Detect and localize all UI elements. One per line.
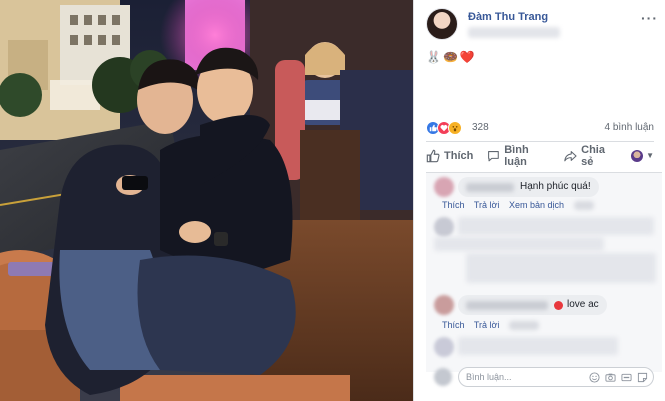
comment-time-blurred	[508, 321, 539, 331]
selected-profile-avatar	[631, 149, 644, 162]
share-button[interactable]: Chia sẻ	[564, 144, 617, 168]
blurred-comment-text	[458, 337, 618, 355]
comment-actions: Thích Trả lời Xem bản dịch	[442, 200, 601, 211]
camera-icon[interactable]	[604, 371, 616, 383]
comments-section: Hạnh phúc quá! Thích Trả lời Xem bản dịc…	[426, 172, 662, 387]
comment-input-box[interactable]	[458, 367, 654, 387]
comment-bubble-icon	[488, 150, 500, 161]
post-text: 🐰🍩❤️	[426, 50, 477, 64]
blurred-comment-text	[458, 217, 654, 235]
comment-translate-link[interactable]: Xem bản dịch	[509, 200, 564, 210]
composer-tools	[588, 371, 648, 383]
commenter-avatar[interactable]	[434, 295, 454, 315]
comment-text: Hạnh phúc quá!	[520, 181, 591, 192]
comment-time-blurred	[573, 201, 594, 211]
commenter-name-blurred[interactable]	[466, 182, 514, 192]
emoji-icon[interactable]	[588, 371, 600, 383]
post-actions: Thích Bình luận Chia sẻ ▼	[426, 141, 654, 169]
gif-icon[interactable]	[620, 371, 632, 383]
commenter-avatar[interactable]	[434, 337, 454, 357]
comment-like-link[interactable]: Thích	[442, 320, 465, 330]
comment-text: love ac	[567, 299, 599, 310]
comment-bubble: love ac	[458, 295, 607, 315]
like-label: Thích	[444, 149, 474, 162]
author-name[interactable]: Đàm Thu Trang	[468, 11, 548, 23]
heart-icon	[554, 300, 563, 310]
comment-reply-link[interactable]: Trả lời	[474, 200, 500, 210]
couple-photo-illustration	[0, 0, 413, 401]
post-panel: Đàm Thu Trang ··· 🐰🍩❤️ 328 4 bình luận T…	[413, 0, 665, 401]
blurred-comment-text	[434, 237, 604, 251]
comment-reply-link[interactable]: Trả lời	[474, 320, 500, 330]
commenter-avatar[interactable]	[434, 217, 454, 237]
thumbs-up-icon	[426, 149, 440, 162]
comment-input[interactable]	[466, 370, 576, 384]
comment-like-link[interactable]: Thích	[442, 200, 465, 210]
more-options-button[interactable]: ···	[641, 10, 658, 26]
blurred-comment-image	[466, 253, 656, 283]
post-as-selector[interactable]: ▼	[631, 149, 654, 162]
viewer-avatar	[434, 368, 452, 386]
reactions-summary[interactable]: 328 4 bình luận	[426, 120, 654, 136]
share-label: Chia sẻ	[581, 143, 605, 168]
commenter-name-blurred[interactable]	[466, 300, 548, 310]
comment-composer	[434, 367, 654, 389]
chevron-down-icon: ▼	[646, 151, 654, 160]
reaction-count[interactable]: 328	[472, 122, 489, 133]
post-timestamp-blurred	[468, 27, 560, 38]
comment-bubble: Hạnh phúc quá!	[458, 177, 599, 197]
comment-label: Bình luận	[504, 143, 529, 168]
comment-actions: Thích Trả lời	[442, 320, 546, 331]
comment-button[interactable]: Bình luận	[487, 144, 550, 168]
like-button[interactable]: Thích	[426, 149, 473, 163]
commenter-avatar[interactable]	[434, 177, 454, 197]
reaction-icons[interactable]	[426, 121, 462, 135]
post-photo[interactable]	[0, 0, 413, 401]
wow-icon	[448, 121, 462, 135]
comment-count[interactable]: 4 bình luận	[605, 122, 655, 133]
post-header: Đàm Thu Trang ···	[426, 8, 658, 44]
author-avatar[interactable]	[426, 8, 458, 40]
share-arrow-icon	[564, 150, 577, 161]
sticker-icon[interactable]	[636, 371, 648, 383]
